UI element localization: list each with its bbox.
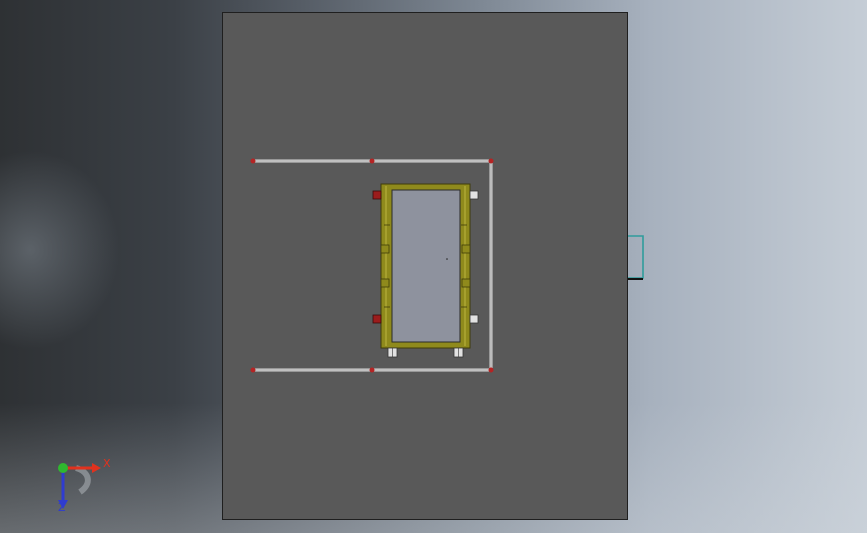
side-bracket[interactable] [628,235,644,280]
model-assembly[interactable] [0,0,867,533]
frame-feet[interactable] [387,347,464,358]
center-panel [391,189,461,343]
graphics-viewport[interactable]: X Z [0,0,867,533]
fixture-frame[interactable] [380,183,471,349]
x-axis-label: X [103,457,111,470]
reference-triad: X Z [40,450,120,520]
z-axis-label: Z [58,501,66,514]
